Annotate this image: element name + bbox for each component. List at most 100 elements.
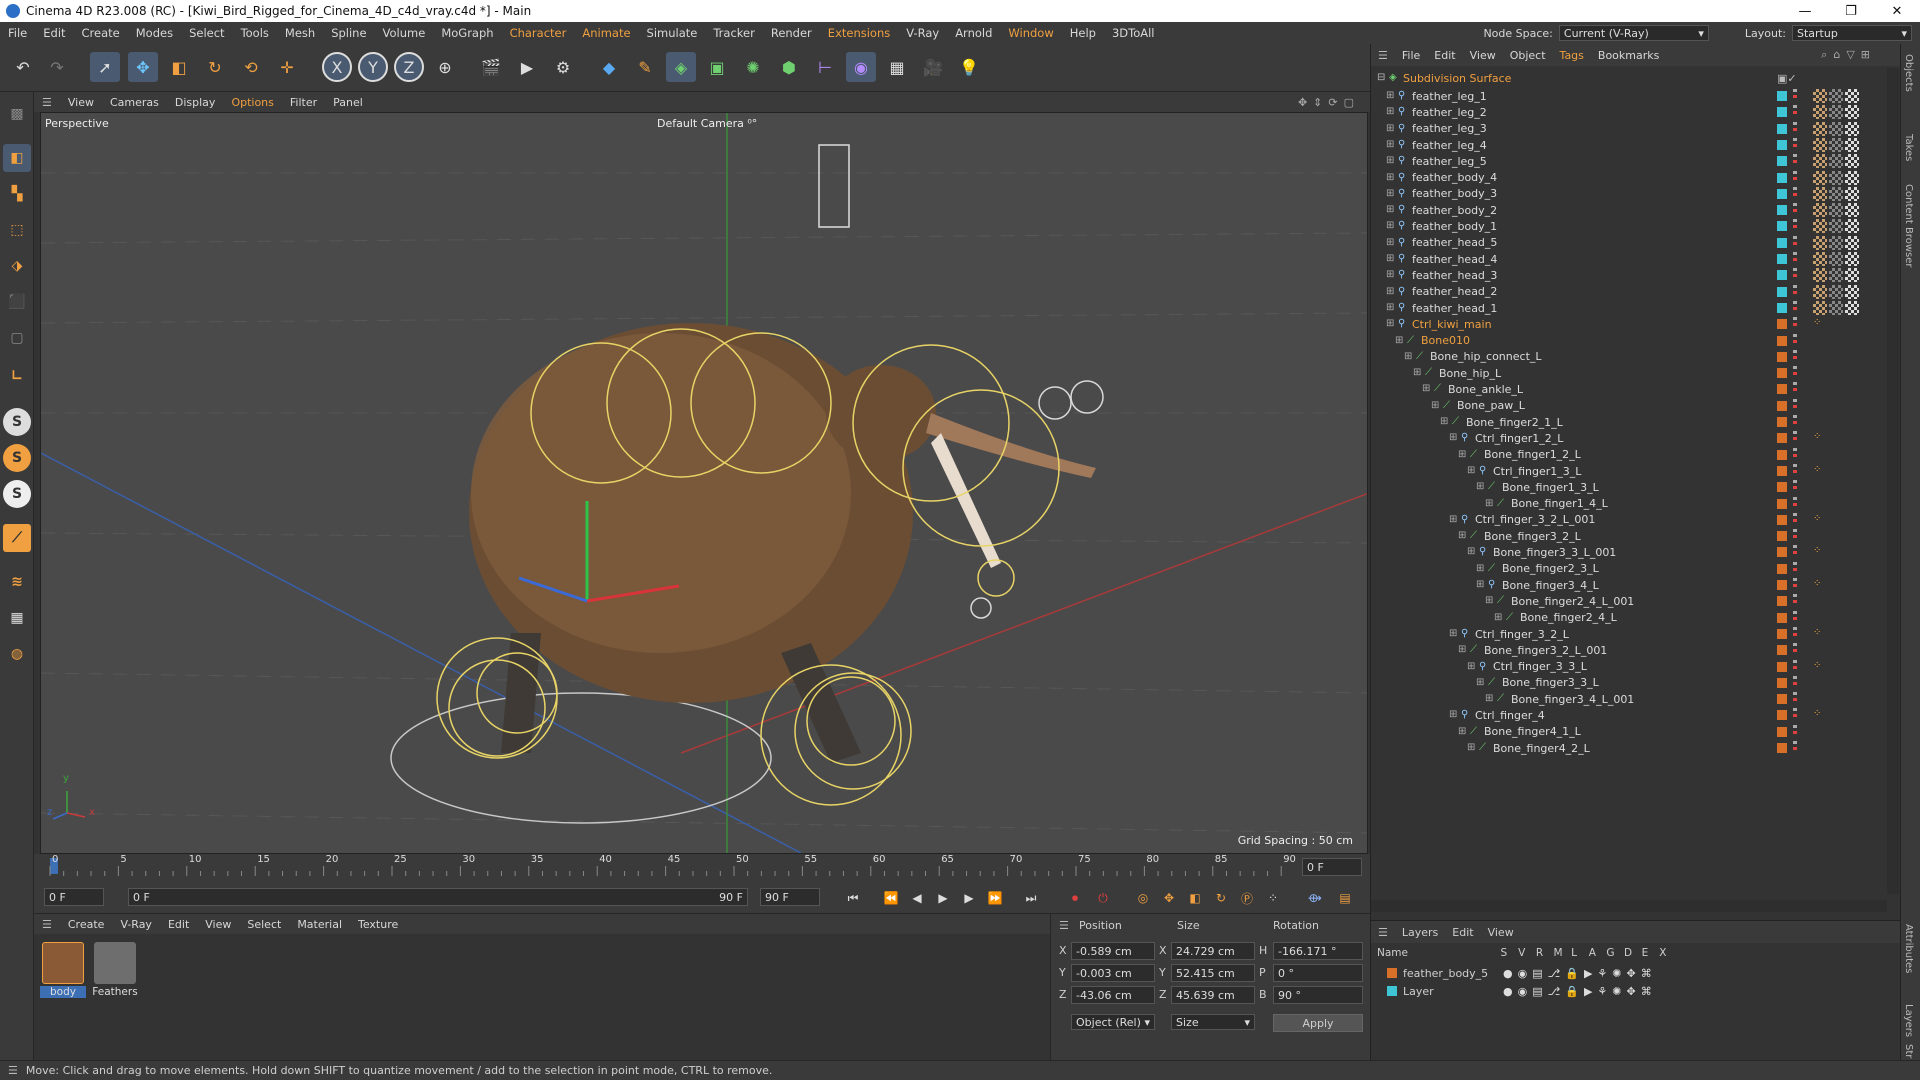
rotation-h-field[interactable]: -166.171 °	[1273, 942, 1363, 960]
menu-simulate[interactable]: Simulate	[639, 26, 706, 40]
render-picture-viewer-icon[interactable]: ▶	[512, 52, 542, 82]
minimize-button[interactable]: —	[1782, 0, 1828, 22]
expand-icon[interactable]: ⊞	[1386, 205, 1396, 215]
visibility-dots-icon[interactable]	[1793, 317, 1797, 332]
om-object-row[interactable]: ⊞ ⚲ feather_body_3	[1371, 186, 1883, 202]
viewport-menu-options[interactable]: Options	[223, 96, 281, 109]
layer-color-swatch[interactable]	[1777, 645, 1787, 656]
om-object-row[interactable]: ⊞ ⚲ feather_body_1	[1371, 218, 1883, 234]
om-object-row[interactable]: ⊞ ⚲ feather_leg_5	[1371, 153, 1883, 169]
visibility-dots-icon[interactable]	[1793, 578, 1797, 592]
expand-icon[interactable]: ⊞	[1386, 188, 1396, 199]
size-mode-dropdown[interactable]: Size ▾	[1171, 1014, 1255, 1030]
expand-icon[interactable]: ⊞	[1413, 368, 1423, 378]
material-tag-icon[interactable]	[1829, 186, 1843, 201]
om-object-row[interactable]: ⊞ ⟋ Bone_finger1_2_L	[1371, 447, 1883, 463]
subdivision-icon[interactable]: ◈	[666, 52, 696, 82]
layer-menu-edit[interactable]: Edit	[1445, 926, 1480, 939]
expand-icon[interactable]: ⊞	[1386, 270, 1396, 280]
expand-icon[interactable]: ⊞	[1386, 139, 1396, 150]
menu-tools[interactable]: Tools	[233, 26, 277, 40]
locked-workplane-icon[interactable]: ≋	[3, 568, 31, 596]
menu-modes[interactable]: Modes	[128, 26, 181, 40]
visibility-dots-icon[interactable]	[1793, 398, 1797, 413]
layer-color-swatch[interactable]	[1777, 205, 1787, 216]
om-object-row[interactable]: ⊞ ⚲ feather_leg_1	[1371, 88, 1883, 104]
material-body[interactable]: body	[40, 942, 86, 998]
light-icon[interactable]: 💡	[954, 52, 984, 82]
rotation-p-field[interactable]: 0 °	[1273, 964, 1363, 982]
expand-icon[interactable]: ⊞	[1386, 172, 1396, 183]
material-tag-icon[interactable]	[1813, 219, 1827, 234]
node-space-dropdown[interactable]: Current (V-Ray) ▾	[1558, 25, 1709, 41]
expand-icon[interactable]: ⊞	[1386, 156, 1396, 166]
om-object-row[interactable]: ⊞ ⟋ Bone_finger3_4_L_001	[1371, 691, 1883, 707]
constraint-tag-icon[interactable]: ⁘	[1813, 578, 1827, 592]
visibility-dots-icon[interactable]	[1793, 529, 1797, 544]
om-object-row[interactable]: ⊞ ⟋ Bone_finger1_3_L	[1371, 479, 1883, 495]
soft-selection-icon[interactable]: ◍	[3, 640, 31, 668]
make-editable-icon[interactable]: ▩	[3, 100, 31, 128]
grid-plane-icon[interactable]: ▦	[3, 604, 31, 632]
previous-key-icon[interactable]: ⏪	[880, 888, 902, 908]
undo-icon[interactable]: ↶	[8, 52, 38, 82]
add-tool-icon[interactable]: ✛	[272, 52, 302, 82]
layer-color-swatch[interactable]	[1777, 531, 1787, 542]
visibility-dots-icon[interactable]	[1793, 692, 1797, 707]
move-tool-icon[interactable]: ✥	[128, 52, 158, 82]
layer-color-swatch[interactable]	[1777, 563, 1787, 574]
menu-mesh[interactable]: Mesh	[277, 26, 323, 40]
keyframe-selection-icon[interactable]: ◎	[1132, 888, 1154, 908]
expand-icon[interactable]: ⊞	[1386, 123, 1396, 134]
scale-tool-icon[interactable]: ◧	[164, 52, 194, 82]
om-object-row[interactable]: ⊞ ⟋ Bone_hip_L	[1371, 365, 1883, 381]
z-axis-lock-icon[interactable]: Z	[394, 52, 424, 82]
constraint-tag-icon[interactable]: ⁘	[1813, 464, 1827, 478]
expand-icon[interactable]: ⊞	[1485, 498, 1495, 509]
layer-color-swatch[interactable]	[1777, 107, 1787, 118]
expand-icon[interactable]: ⊞	[1431, 400, 1441, 411]
om-object-row[interactable]: ⊞ ⟋ Bone_finger2_4_L	[1371, 610, 1883, 626]
material-tag-icon[interactable]	[1829, 170, 1843, 185]
constraint-tag-icon[interactable]: ⁘	[1813, 660, 1827, 674]
layer-color-swatch[interactable]	[1777, 612, 1787, 623]
material-tag-icon[interactable]	[1813, 105, 1827, 120]
material-tag-icon[interactable]	[1845, 203, 1859, 218]
snap-settings-icon[interactable]: S	[3, 444, 31, 472]
layer-color-swatch[interactable]	[1777, 335, 1787, 346]
expand-icon[interactable]: ⊞	[1458, 449, 1468, 460]
material-tag-icon[interactable]	[1845, 235, 1859, 250]
rotation-b-field[interactable]: 90 °	[1273, 986, 1363, 1004]
menu-character[interactable]: Character	[502, 26, 575, 40]
expand-icon[interactable]: ⊞	[1386, 319, 1396, 329]
material-tag-icon[interactable]	[1829, 154, 1843, 169]
tab-structure[interactable]: Str	[1903, 1044, 1914, 1058]
layer-color-swatch[interactable]	[1777, 188, 1787, 199]
model-mode-icon[interactable]: ◧	[3, 144, 31, 172]
visibility-dots-icon[interactable]	[1793, 675, 1797, 690]
expand-icon[interactable]: ⊞	[1449, 628, 1459, 639]
material-tag-icon[interactable]	[1829, 203, 1843, 218]
pen-spline-icon[interactable]: ✎	[630, 52, 660, 82]
layer-menu-view[interactable]: View	[1481, 926, 1521, 939]
visibility-dots-icon[interactable]	[1793, 643, 1797, 658]
material-tag-icon[interactable]	[1845, 154, 1859, 169]
constraint-tag-icon[interactable]: ⁘	[1813, 627, 1827, 641]
material-tag-icon[interactable]	[1829, 252, 1843, 266]
material-tag-icon[interactable]	[1845, 121, 1859, 136]
om-object-row[interactable]: ⊞ ⟋ Bone_finger3_3_L	[1371, 675, 1883, 691]
expand-icon[interactable]: ⊞	[1386, 302, 1396, 313]
om-object-row[interactable]: ⊞ ⟋ Bone_finger4_1_L	[1371, 724, 1883, 740]
key-scale-icon[interactable]: ◧	[1184, 888, 1206, 908]
material-tag-icon[interactable]	[1813, 235, 1827, 250]
visibility-dots-icon[interactable]	[1793, 300, 1797, 315]
visibility-dots-icon[interactable]	[1793, 89, 1797, 103]
x-axis-lock-icon[interactable]: X	[322, 52, 352, 82]
expand-icon[interactable]: ⊞	[1404, 351, 1414, 362]
material-tag-icon[interactable]	[1813, 89, 1827, 103]
expand-icon[interactable]: ⊞	[1458, 726, 1468, 737]
constraint-tag-icon[interactable]: ⁘	[1813, 545, 1827, 559]
expand-icon[interactable]: ⊞	[1467, 661, 1477, 672]
material-menu-create[interactable]: Create	[60, 918, 113, 931]
expand-icon[interactable]: ⊞	[1476, 563, 1486, 574]
